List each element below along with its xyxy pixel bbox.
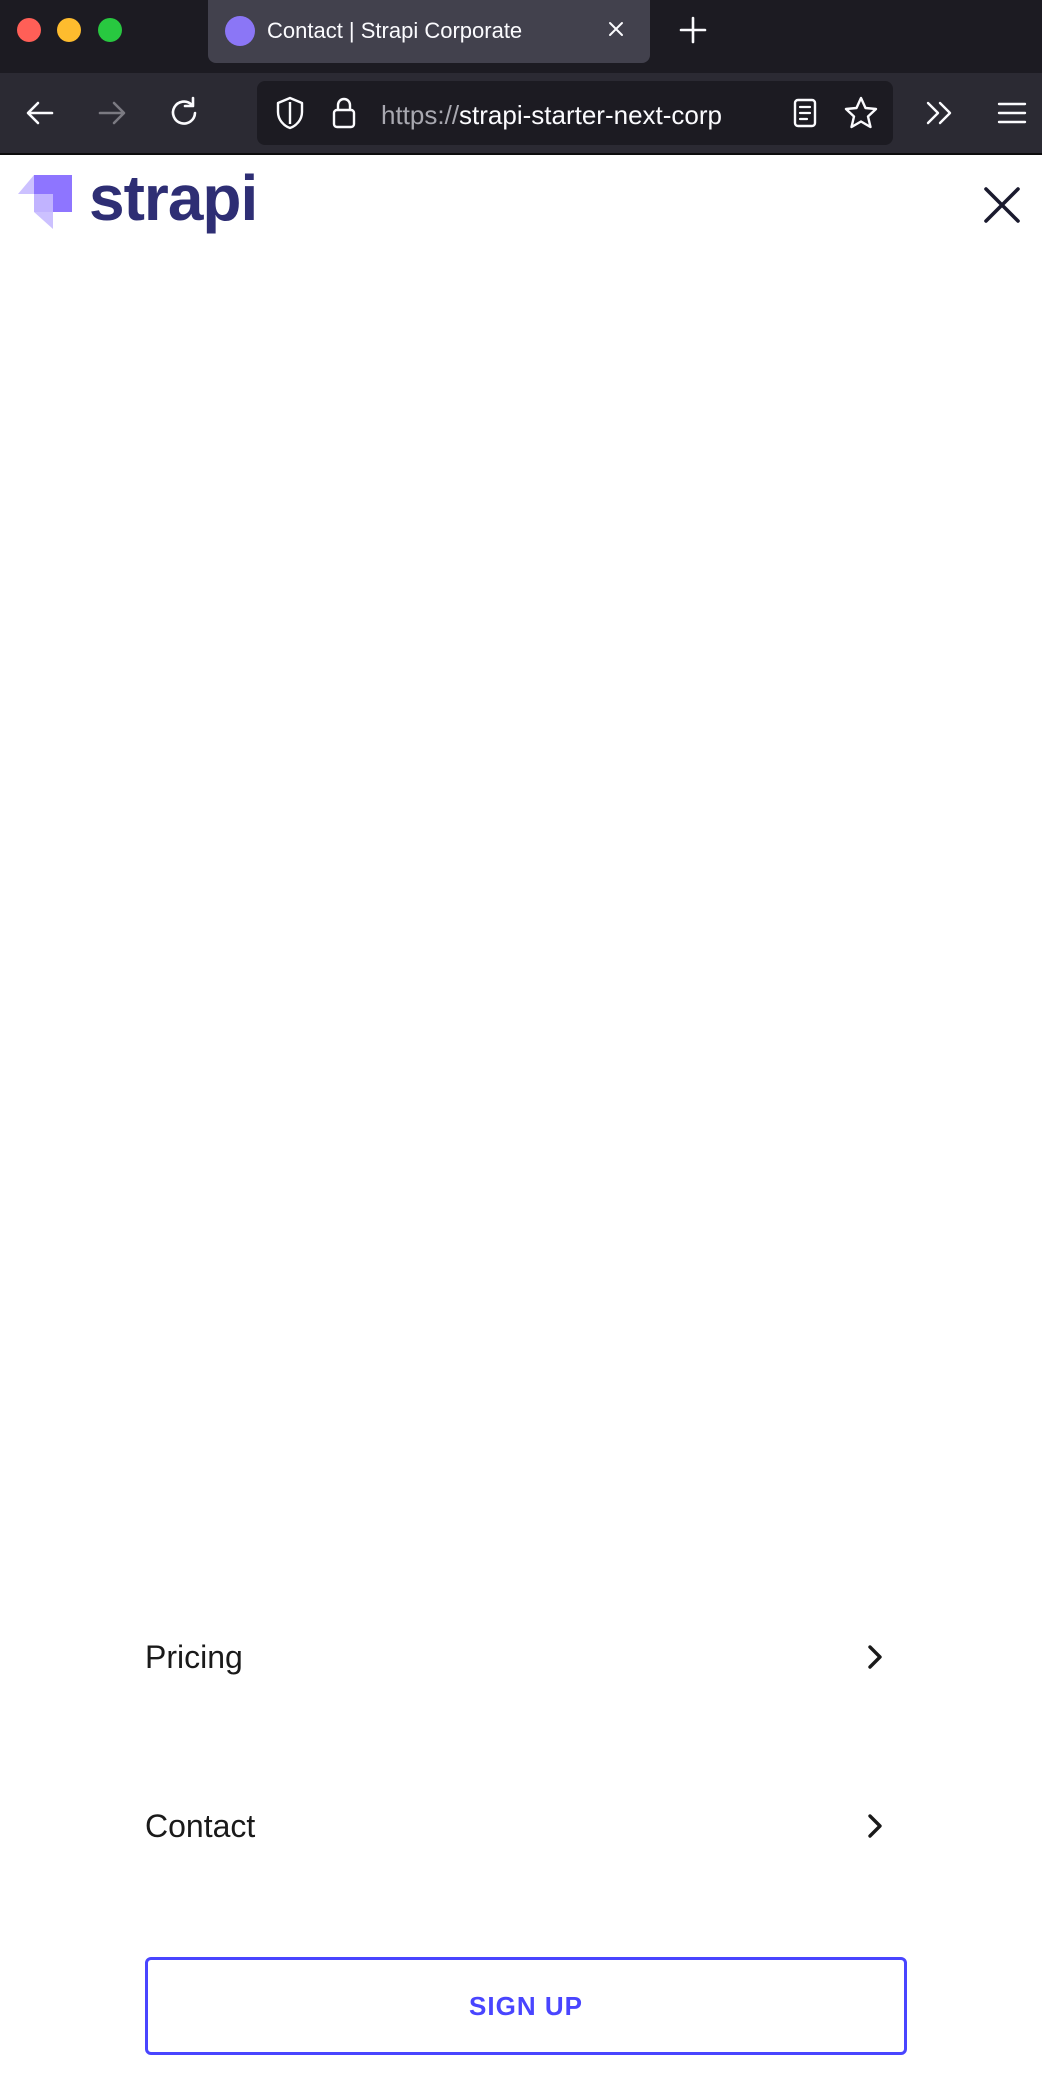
strapi-logo-icon [18, 175, 72, 229]
menu-item-label: Pricing [145, 1638, 243, 1675]
hamburger-icon[interactable] [994, 95, 1030, 131]
sign-up-button[interactable]: SIGN UP [145, 1957, 907, 2055]
zoom-window-button[interactable] [98, 18, 122, 42]
url-fade [737, 91, 787, 135]
page-content: strapi Pricing Contact SIGN UP [0, 157, 1042, 2079]
chevron-right-icon [868, 1645, 882, 1669]
star-icon[interactable] [843, 95, 879, 131]
reader-view-icon[interactable] [791, 97, 819, 129]
shield-icon[interactable] [274, 95, 306, 131]
browser-tab-bar: Contact | Strapi Corporate [0, 0, 1042, 73]
menu-item-contact[interactable]: Contact [145, 1786, 897, 1866]
close-window-button[interactable] [17, 18, 41, 42]
reload-icon[interactable] [166, 95, 202, 131]
menu-item-pricing[interactable]: Pricing [145, 1617, 897, 1697]
minimize-window-button[interactable] [57, 18, 81, 42]
tab-close-icon[interactable] [602, 15, 630, 43]
chevron-right-icon [868, 1814, 882, 1838]
forward-arrow-icon[interactable] [94, 95, 130, 131]
menu-item-label: Contact [145, 1807, 256, 1844]
back-arrow-icon[interactable] [22, 95, 58, 131]
url-host: strapi-starter-next-corp [459, 100, 723, 130]
chevrons-right-icon[interactable] [922, 95, 958, 131]
new-tab-icon[interactable] [678, 15, 708, 45]
browser-tab-active[interactable]: Contact | Strapi Corporate [208, 0, 650, 63]
tab-title: Contact | Strapi Corporate [267, 18, 523, 43]
strapi-logo-text: strapi [89, 162, 258, 234]
url-bar[interactable]: https://strapi-starter-next-corp [257, 81, 893, 145]
lock-icon[interactable] [329, 95, 359, 131]
close-menu-icon[interactable] [980, 183, 1024, 227]
url-text[interactable]: https://strapi-starter-next-corp [381, 100, 781, 131]
url-scheme: https:// [381, 100, 460, 130]
browser-nav-bar: https://strapi-starter-next-corp [0, 73, 1042, 155]
strapi-logo[interactable]: strapi [17, 162, 258, 235]
tab-favicon-icon [225, 16, 255, 46]
